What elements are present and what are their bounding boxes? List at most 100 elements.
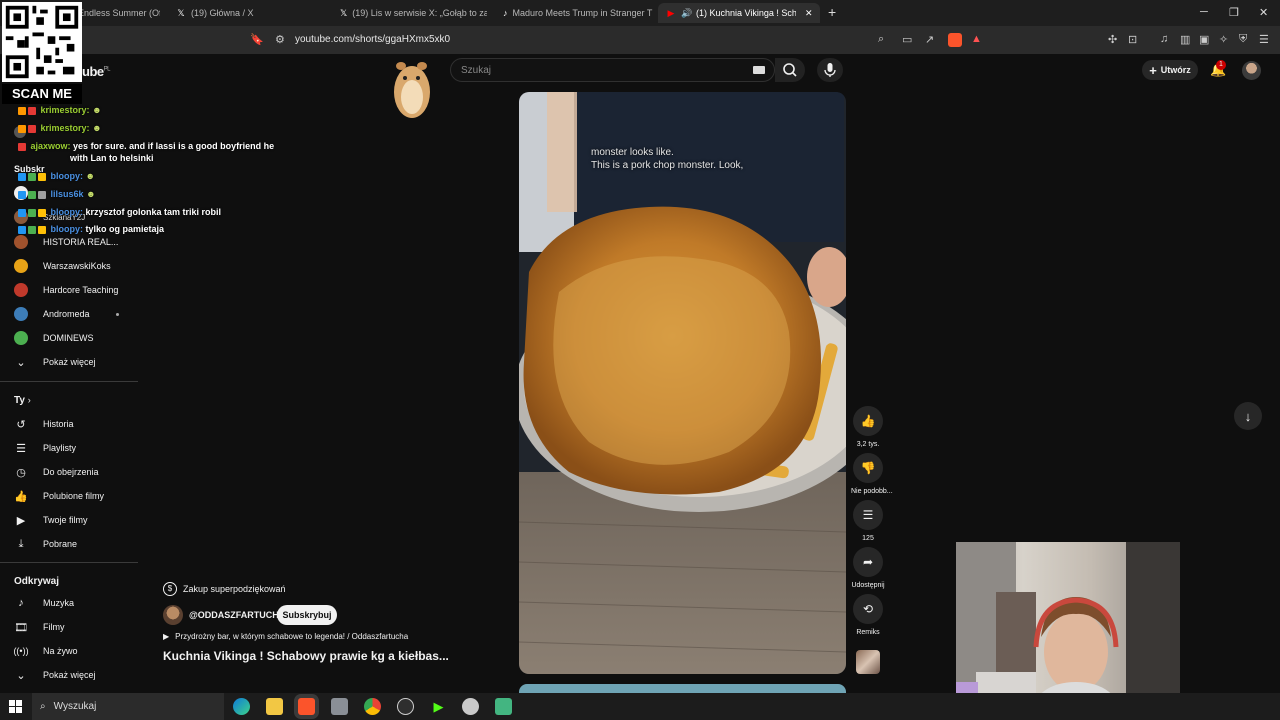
youtube-logo[interactable]: ubePL xyxy=(82,64,110,79)
sidebar-channel-andromeda[interactable]: Andromeda xyxy=(14,305,119,323)
remix-button[interactable]: ⟲ Remiks xyxy=(851,594,885,636)
vpn-icon[interactable]: ⛨ xyxy=(1239,33,1247,46)
sidebar-item-downloads[interactable]: ⤓ Pobrane xyxy=(14,535,77,553)
super-thanks-label: Zakup superpodziękowań xyxy=(183,584,286,594)
url-field[interactable]: youtube.com/shorts/ggaHXmx5xk0 xyxy=(295,34,450,45)
sound-thumbnail[interactable] xyxy=(856,650,880,674)
sidebar-channel-hardcore-teaching[interactable]: Hardcore Teaching xyxy=(14,281,118,299)
video-title[interactable]: Kuchnia Vikinga ! Schabowy prawie kg a k… xyxy=(163,649,449,663)
account-avatar[interactable] xyxy=(1242,61,1261,80)
site-info-icon[interactable]: ⚙ xyxy=(275,33,285,46)
menu-icon[interactable]: ☰ xyxy=(1259,33,1269,46)
tab-label: Endless Summer (Of xyxy=(78,8,160,18)
obs-icon[interactable] xyxy=(397,698,414,715)
remix-label: Remiks xyxy=(856,629,880,636)
chat-text: tylko og pamietaja xyxy=(85,224,165,234)
live-dot xyxy=(116,313,119,316)
file-explorer-icon[interactable] xyxy=(266,698,283,715)
sidebar-item-films[interactable]: 🎞 Filmy xyxy=(14,618,64,636)
search-input[interactable]: Szukaj xyxy=(461,65,491,76)
app-icon[interactable] xyxy=(462,698,479,715)
brave-shield-icon[interactable] xyxy=(948,33,962,47)
share-page-icon[interactable]: ↗ xyxy=(925,33,934,46)
brave-rewards-icon[interactable]: ▲ xyxy=(971,33,982,45)
sidebar-channel-historia[interactable]: HISTORIA REAL... xyxy=(14,233,118,251)
sidebar-item-liked[interactable]: 👍 Polubione filmy xyxy=(14,487,104,505)
next-video-button[interactable]: ↓ xyxy=(1234,402,1262,430)
create-button[interactable]: + Utwórz xyxy=(1142,60,1198,80)
channel-avatar[interactable] xyxy=(163,605,183,625)
new-tab-button[interactable]: + xyxy=(828,4,836,20)
like-button[interactable]: 👍 3,2 tys. xyxy=(851,406,885,448)
tiktok-icon: ♪ xyxy=(503,8,508,18)
tab-x-home[interactable]: 𝕏 (19) Główna / X xyxy=(168,3,328,23)
extensions-icon[interactable]: ✣ xyxy=(1108,33,1117,46)
taskbar-search[interactable]: ⌕ Wyszukaj xyxy=(32,693,224,720)
you-heading[interactable]: Ty › xyxy=(14,395,31,406)
chat-message-continued: with Lan to helsinki xyxy=(70,153,154,163)
caption-line: monster looks like. xyxy=(591,147,674,158)
shorts-video-player[interactable] xyxy=(519,92,846,674)
close-tab-icon[interactable]: ✕ xyxy=(805,8,813,19)
search-bar[interactable]: Szukaj xyxy=(450,58,775,82)
channel-avatar xyxy=(14,259,28,273)
chat-text: krzysztof golonka tam triki robil xyxy=(85,207,222,217)
tab-x-post[interactable]: 𝕏 (19) Lis w serwisie X: „Gołąb to zakał xyxy=(332,3,487,23)
brave-icon[interactable] xyxy=(298,698,315,715)
leo-ai-icon[interactable]: ✧ xyxy=(1219,33,1228,46)
voice-search-button[interactable] xyxy=(817,58,843,82)
keyboard-icon[interactable] xyxy=(753,66,765,74)
media-icon[interactable]: ♫ xyxy=(1160,33,1168,45)
wallet-icon[interactable]: ▣ xyxy=(1199,33,1209,46)
share-button[interactable]: ➦ Udostępnij xyxy=(851,547,885,589)
search-button[interactable] xyxy=(775,58,805,82)
cast-icon[interactable]: ▭ xyxy=(902,33,912,46)
sidebar-toggle-icon[interactable]: ▥ xyxy=(1180,33,1190,46)
screenshot-icon[interactable]: ⊡ xyxy=(1128,33,1137,46)
dislike-button[interactable]: 👎 Nie podobb... xyxy=(851,453,893,495)
sidebar-channel-dominews[interactable]: DOMINEWS xyxy=(14,329,94,347)
comments-button[interactable]: ☰ 125 xyxy=(851,500,885,542)
restore-button[interactable]: ❐ xyxy=(1229,6,1239,19)
sidebar-item-history[interactable]: ↺ Historia xyxy=(14,415,73,433)
zoom-icon[interactable]: ⌕ xyxy=(878,33,884,46)
chrome-icon[interactable] xyxy=(364,698,381,715)
sidebar-show-more-explore[interactable]: ⌄ Pokaż więcej xyxy=(14,666,96,684)
kick-icon[interactable]: ▶ xyxy=(430,698,447,715)
thumb-up-icon: 👍 xyxy=(853,406,883,436)
badge-icon xyxy=(18,208,26,217)
subscribe-button[interactable]: Subskrybuj xyxy=(277,605,337,625)
minimize-button[interactable]: ─ xyxy=(1200,6,1208,18)
app-icon[interactable] xyxy=(495,698,512,715)
comments-count: 125 xyxy=(862,535,874,542)
playlist-link[interactable]: ▶ Przydrożny bar, w którym schabowe to l… xyxy=(163,632,408,641)
tab-endless-summer[interactable]: Endless Summer (Of xyxy=(70,3,160,23)
sidebar-item-live[interactable]: ((•)) Na żywo xyxy=(13,642,77,660)
sidebar-item-your-videos[interactable]: ▶ Twoje filmy xyxy=(14,511,88,529)
tab-tiktok[interactable]: ♪ Maduro Meets Trump in Stranger Thi xyxy=(495,3,653,23)
taskbar-search-input[interactable]: Wyszukaj xyxy=(54,701,97,712)
super-thanks-button[interactable]: $ Zakup superpodziękowań xyxy=(163,580,286,598)
chat-username: ajaxwow: xyxy=(30,141,71,151)
sidebar-item-music[interactable]: ♪ Muzyka xyxy=(14,594,74,612)
chat-message: krimestory: ☻ xyxy=(18,105,102,115)
close-window-button[interactable]: ✕ xyxy=(1259,6,1268,19)
show-more-label: Pokaż więcej xyxy=(43,670,96,680)
tab-youtube-active[interactable]: ▶ 🔊 (1) Kuchnia Vikinga ! Schabow ✕ xyxy=(658,3,820,23)
edge-icon[interactable] xyxy=(233,698,250,715)
sidebar-channel-warszawskikoks[interactable]: WarszawskiKoks xyxy=(14,257,111,275)
bookmark-icon[interactable]: 🔖 xyxy=(250,33,264,46)
sidebar-show-more-subs[interactable]: ⌄ Pokaż więcej xyxy=(14,353,95,371)
badge-icon xyxy=(28,190,36,199)
super-thanks-icon: $ xyxy=(163,582,177,596)
app-icon[interactable] xyxy=(331,698,348,715)
badge-icon xyxy=(18,172,26,181)
windows-start-button[interactable] xyxy=(9,700,22,713)
chat-message: bloopy: tylko og pamietaja xyxy=(18,224,164,234)
notification-badge: 1 xyxy=(1216,60,1226,70)
sidebar-item-watch-later[interactable]: ◷ Do obejrzenia xyxy=(14,463,98,481)
sidebar-item-playlists[interactable]: ☰ Playlisty xyxy=(14,439,76,457)
channel-label: Hardcore Teaching xyxy=(43,285,119,295)
speaker-icon: 🔊 xyxy=(681,8,693,18)
channel-name[interactable]: @ODDASZFARTUCHA xyxy=(189,610,285,620)
